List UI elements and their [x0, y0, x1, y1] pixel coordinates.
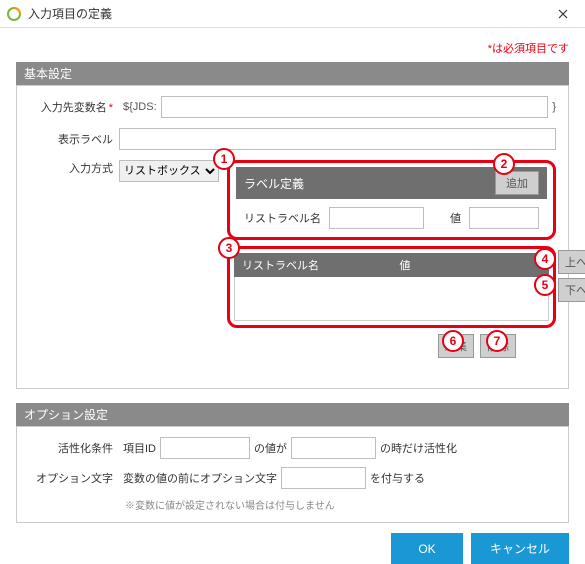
- down-button[interactable]: 下へ: [558, 278, 585, 302]
- callout-5: 5: [534, 274, 556, 296]
- grid-col-value: 値: [392, 253, 550, 277]
- callout-1: 1: [213, 148, 235, 170]
- option-section: オプション設定 活性化条件 項目ID の値が の時だけ活性化 オプション文字 変…: [16, 403, 569, 523]
- grid-body[interactable]: [234, 277, 549, 321]
- option-char-label: オプション文字: [29, 470, 119, 486]
- display-label-input[interactable]: [119, 128, 556, 150]
- close-button[interactable]: [547, 0, 579, 27]
- variable-label: 入力先変数名*: [29, 99, 119, 115]
- dialog-footer: OK キャンセル: [16, 523, 569, 564]
- dialog-body: *は必須項目です 基本設定 入力先変数名* ${JDS: } 表示ラベル 入力方…: [0, 28, 585, 516]
- option-char-input[interactable]: [281, 467, 366, 489]
- window-title: 入力項目の定義: [28, 5, 547, 22]
- grid-header: リストラベル名 値: [234, 253, 549, 277]
- activation-value-input[interactable]: [291, 437, 376, 459]
- app-icon: [6, 6, 22, 22]
- option-char-row: オプション文字 変数の値の前にオプション文字 を付与する: [29, 467, 556, 489]
- title-bar: 入力項目の定義: [0, 0, 585, 28]
- list-label-name-input[interactable]: [329, 207, 424, 229]
- item-id-input[interactable]: [160, 437, 250, 459]
- activation-row: 活性化条件 項目ID の値が の時だけ活性化: [29, 437, 556, 459]
- callout-7: 7: [486, 330, 508, 352]
- option-header: オプション設定: [16, 403, 569, 426]
- list-label-name-label: リストラベル名: [244, 210, 321, 226]
- variable-input[interactable]: [161, 96, 549, 118]
- value-is-text: の値が: [254, 440, 287, 456]
- option-body: 活性化条件 項目ID の値が の時だけ活性化 オプション文字 変数の値の前にオプ…: [16, 426, 569, 523]
- up-button[interactable]: 上へ: [558, 250, 585, 274]
- option-char-text2: を付与する: [370, 470, 425, 486]
- input-method-label: 入力方式: [29, 160, 119, 176]
- callout-2: 2: [493, 153, 515, 175]
- variable-suffix: }: [552, 101, 556, 113]
- display-label: 表示ラベル: [29, 131, 119, 147]
- required-note: *は必須項目です: [16, 40, 569, 56]
- ok-button[interactable]: OK: [391, 533, 463, 564]
- variable-prefix: ${JDS:: [123, 101, 157, 113]
- label-grid-box: 3 リストラベル名 値: [227, 246, 556, 328]
- activation-label: 活性化条件: [29, 440, 119, 456]
- label-def-box: 2 ラベル定義 追加 リストラベル名 値: [227, 160, 556, 240]
- callout-3: 3: [218, 237, 240, 259]
- edit-delete-buttons: 6 編集 7 削除: [227, 334, 556, 358]
- basic-settings-header: 基本設定: [16, 62, 569, 85]
- basic-settings-body: 入力先変数名* ${JDS: } 表示ラベル 入力方式 リストボックス 1 2 …: [16, 85, 569, 389]
- option-char-text1: 変数の値の前にオプション文字: [123, 470, 277, 486]
- display-label-row: 表示ラベル: [29, 128, 556, 150]
- grid-col-label: リストラベル名: [234, 253, 392, 277]
- value-label: 値: [450, 210, 461, 226]
- variable-row: 入力先変数名* ${JDS: }: [29, 96, 556, 118]
- item-id-label: 項目ID: [123, 440, 156, 456]
- value-input[interactable]: [469, 207, 539, 229]
- label-def-inputs: リストラベル名 値: [236, 199, 547, 229]
- callout-6: 6: [442, 330, 464, 352]
- option-hint: ※変数に値が設定されない場合は付与しません: [125, 497, 556, 512]
- input-method-select[interactable]: リストボックス: [119, 160, 219, 182]
- input-method-row: 入力方式 リストボックス 1 2 ラベル定義 追加 リストラベル名 値: [29, 160, 556, 358]
- when-active-text: の時だけ活性化: [380, 440, 457, 456]
- cancel-button[interactable]: キャンセル: [471, 533, 569, 564]
- callout-4: 4: [534, 248, 556, 270]
- reorder-buttons: 4 上へ 5 下へ: [558, 250, 585, 302]
- listbox-config: 1 2 ラベル定義 追加 リストラベル名 値 3: [227, 160, 556, 358]
